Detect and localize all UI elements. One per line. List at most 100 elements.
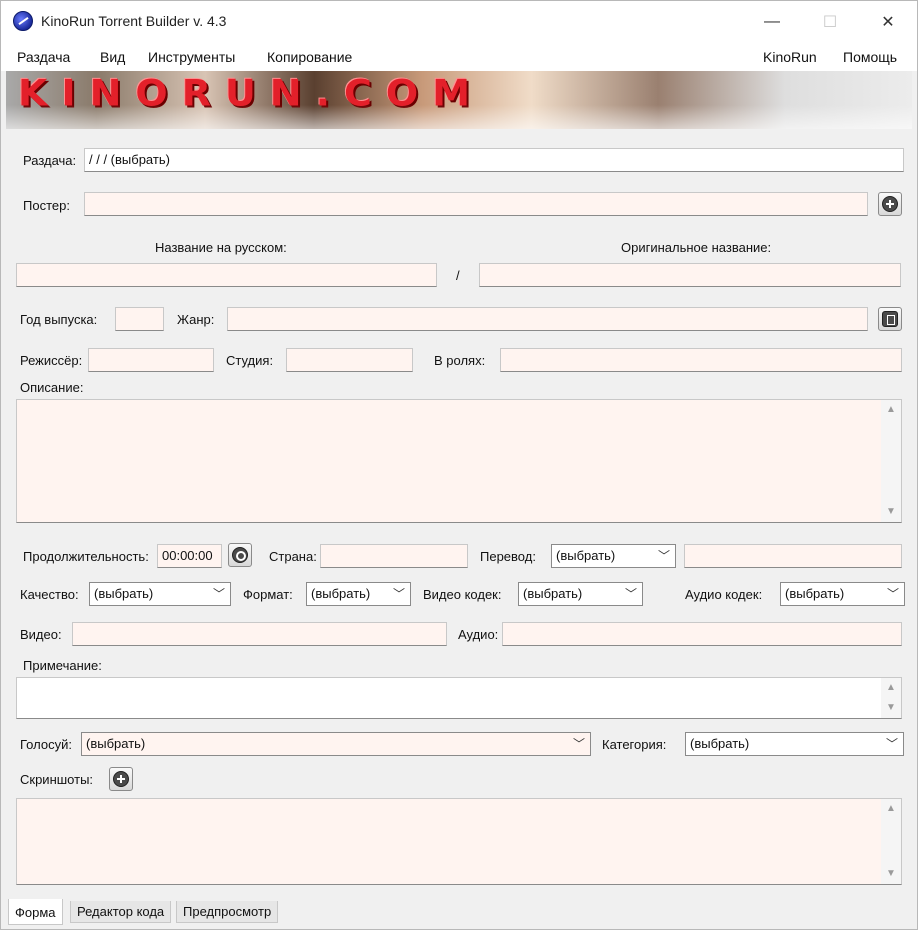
- chevron-down-icon: ﹀: [886, 587, 899, 601]
- menu-kinorun[interactable]: KinoRun: [763, 49, 817, 65]
- note-textarea[interactable]: ▲ ▼: [16, 677, 902, 719]
- screenshots-scrollbar[interactable]: ▲ ▼: [881, 799, 901, 884]
- name-ru-label: Название на русском:: [155, 240, 287, 255]
- studio-field[interactable]: [286, 348, 413, 372]
- audio-codec-select[interactable]: (выбрать) ﹀: [780, 582, 905, 606]
- minimize-button[interactable]: —: [749, 7, 795, 37]
- menu-razdacha[interactable]: Раздача: [17, 49, 70, 65]
- category-select[interactable]: (выбрать) ﹀: [685, 732, 904, 756]
- add-screenshots-button[interactable]: [109, 767, 133, 791]
- format-select[interactable]: (выбрать) ﹀: [306, 582, 411, 606]
- screenshots-label: Скриншоты:: [20, 772, 94, 787]
- note-label: Примечание:: [23, 658, 102, 673]
- quality-select-value: (выбрать): [94, 586, 154, 601]
- video-codec-select[interactable]: (выбрать) ﹀: [518, 582, 643, 606]
- screenshots-textarea[interactable]: ▲ ▼: [16, 798, 902, 885]
- description-scrollbar[interactable]: ▲ ▼: [881, 400, 901, 522]
- name-separator: /: [456, 268, 460, 283]
- form-panel: Раздача: / / / (выбрать) Постер: Названи…: [6, 129, 912, 899]
- voices-select[interactable]: (выбрать) ﹀: [81, 732, 591, 756]
- director-label: Режиссёр:: [20, 353, 83, 368]
- menu-tools[interactable]: Инструменты: [148, 49, 235, 65]
- country-label: Страна:: [269, 549, 317, 564]
- chevron-down-icon: ﹀: [572, 737, 585, 751]
- chevron-down-icon: ﹀: [392, 587, 405, 601]
- note-scrollbar[interactable]: ▲ ▼: [881, 678, 901, 718]
- scroll-up-icon[interactable]: ▲: [881, 678, 901, 698]
- tab-code-editor[interactable]: Редактор кода: [70, 901, 172, 923]
- translation-label: Перевод:: [480, 549, 536, 564]
- name-ru-field[interactable]: [16, 263, 437, 287]
- audio-codec-label: Аудио кодек:: [685, 587, 763, 602]
- menu-view[interactable]: Вид: [100, 49, 125, 65]
- year-label: Год выпуска:: [20, 312, 98, 327]
- duration-detect-button[interactable]: [228, 543, 252, 567]
- film-icon: [882, 311, 898, 327]
- close-button[interactable]: ✕: [865, 7, 911, 37]
- duration-field[interactable]: 00:00:00: [157, 544, 222, 568]
- poster-label: Постер:: [23, 198, 70, 213]
- window-title: KinoRun Torrent Builder v. 4.3: [41, 13, 227, 29]
- cast-label: В ролях:: [434, 353, 486, 368]
- scroll-down-icon[interactable]: ▼: [881, 502, 901, 522]
- video-label: Видео:: [20, 627, 62, 642]
- kinorun-banner: KINORUN.COM: [6, 71, 912, 129]
- banner-shade: [6, 105, 912, 129]
- app-icon: [13, 11, 33, 31]
- poster-field[interactable]: [84, 192, 868, 216]
- razdacha-label: Раздача:: [23, 153, 77, 168]
- razdacha-field[interactable]: / / / (выбрать): [84, 148, 904, 172]
- add-image-icon: [113, 771, 129, 787]
- title-bar: KinoRun Torrent Builder v. 4.3 — ☐ ✕: [1, 1, 917, 43]
- audio-codec-select-value: (выбрать): [785, 586, 845, 601]
- tab-preview[interactable]: Предпросмотр: [176, 901, 279, 923]
- name-orig-field[interactable]: [479, 263, 901, 287]
- chevron-down-icon: ﹀: [212, 587, 225, 601]
- translation-select-value: (выбрать): [556, 548, 616, 563]
- audio-label: Аудио:: [458, 627, 499, 642]
- quality-select[interactable]: (выбрать) ﹀: [89, 582, 231, 606]
- maximize-button[interactable]: ☐: [807, 7, 853, 37]
- video-codec-label: Видео кодек:: [423, 587, 502, 602]
- clock-icon: [232, 547, 248, 563]
- menu-copy[interactable]: Копирование: [267, 49, 352, 65]
- voices-label: Голосуй:: [20, 737, 72, 752]
- chevron-down-icon: ﹀: [885, 737, 898, 751]
- translation-extra-field[interactable]: [684, 544, 902, 568]
- scroll-down-icon[interactable]: ▼: [881, 864, 901, 884]
- genre-picker-button[interactable]: [878, 307, 902, 331]
- voices-select-value: (выбрать): [86, 736, 146, 751]
- name-orig-label: Оригинальное название:: [621, 240, 772, 255]
- format-select-value: (выбрать): [311, 586, 371, 601]
- duration-label: Продолжительность:: [23, 549, 149, 564]
- video-field[interactable]: [72, 622, 447, 646]
- country-field[interactable]: [320, 544, 468, 568]
- bottom-tabs: Форма Редактор кода Предпросмотр: [6, 899, 912, 927]
- cast-field[interactable]: [500, 348, 902, 372]
- tab-form[interactable]: Форма: [8, 899, 63, 925]
- chevron-down-icon: ﹀: [624, 587, 637, 601]
- description-label: Описание:: [20, 380, 84, 395]
- scroll-down-icon[interactable]: ▼: [881, 698, 901, 718]
- genre-label: Жанр:: [177, 312, 215, 327]
- year-field[interactable]: [115, 307, 164, 331]
- audio-field[interactable]: [502, 622, 902, 646]
- genre-field[interactable]: [227, 307, 868, 331]
- video-codec-select-value: (выбрать): [523, 586, 583, 601]
- category-label: Категория:: [602, 737, 667, 752]
- add-image-icon: [882, 196, 898, 212]
- chevron-down-icon: ﹀: [657, 549, 670, 563]
- menu-bar: Раздача Вид Инструменты Копирование Kino…: [1, 43, 917, 71]
- scroll-up-icon[interactable]: ▲: [881, 799, 901, 819]
- menu-help[interactable]: Помощь: [843, 49, 897, 65]
- translation-select[interactable]: (выбрать) ﹀: [551, 544, 676, 568]
- app-window: KinoRun Torrent Builder v. 4.3 — ☐ ✕ Раз…: [0, 0, 918, 930]
- add-poster-button[interactable]: [878, 192, 902, 216]
- quality-label: Качество:: [20, 587, 79, 602]
- format-label: Формат:: [243, 587, 293, 602]
- category-select-value: (выбрать): [690, 736, 750, 751]
- director-field[interactable]: [88, 348, 214, 372]
- studio-label: Студия:: [226, 353, 274, 368]
- scroll-up-icon[interactable]: ▲: [881, 400, 901, 420]
- description-textarea[interactable]: ▲ ▼: [16, 399, 902, 523]
